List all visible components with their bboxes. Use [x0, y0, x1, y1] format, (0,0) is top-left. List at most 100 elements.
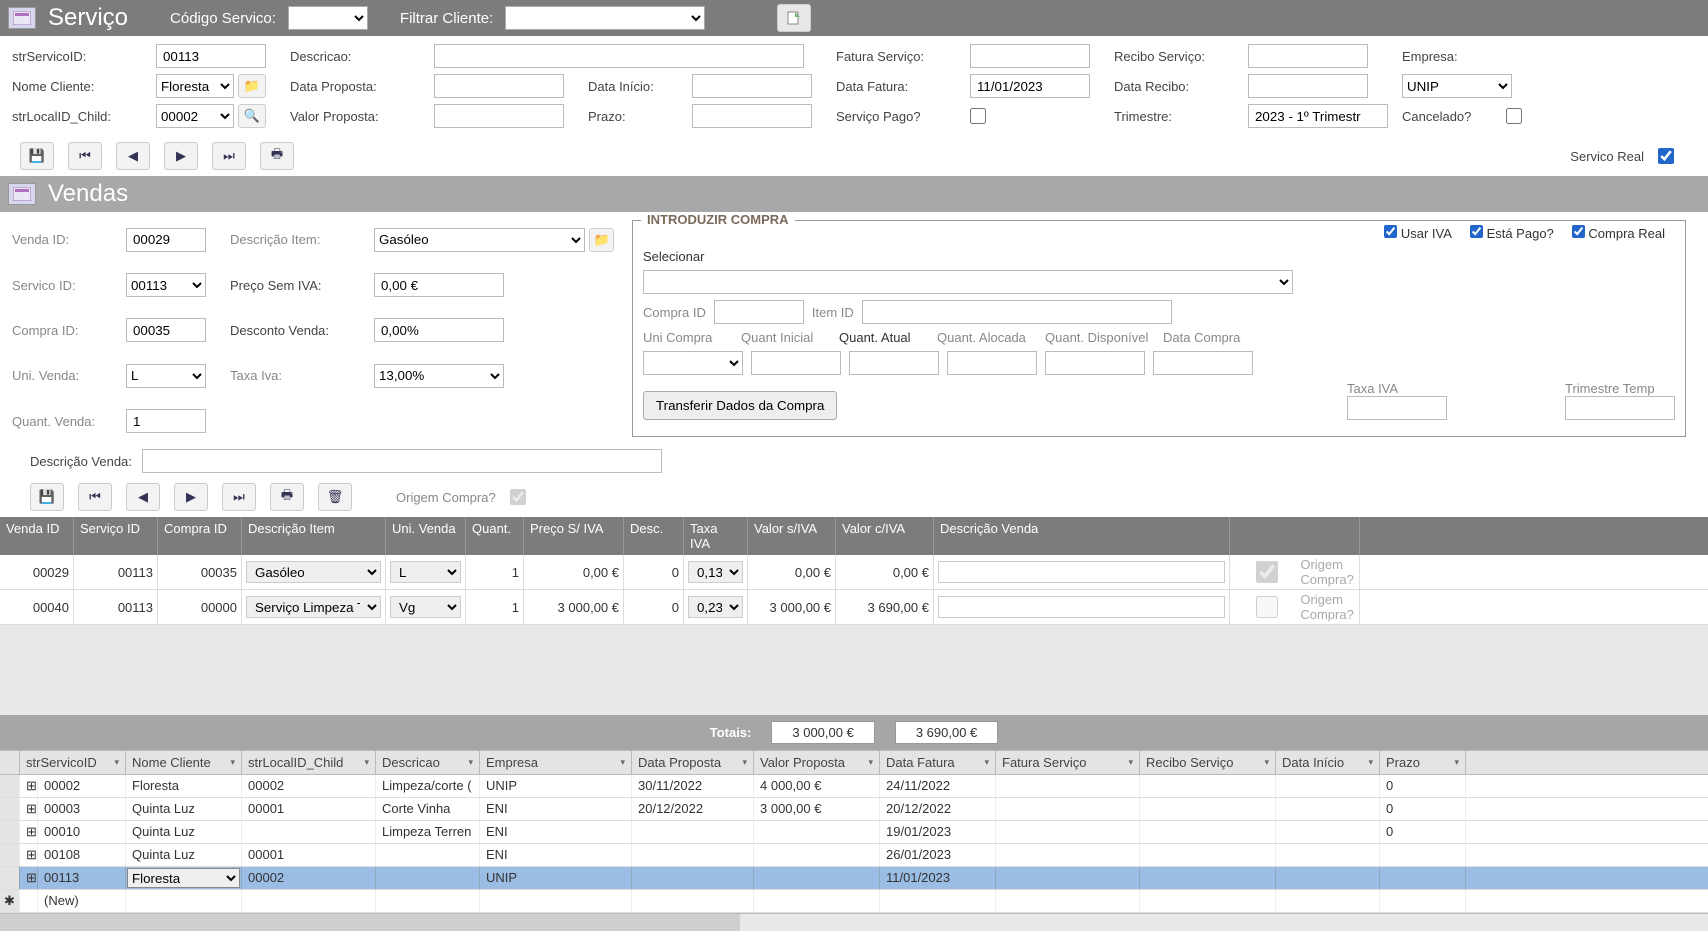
vendas-delete-button[interactable]: 🗑	[318, 483, 352, 511]
taxa-iva-select[interactable]: 13,00%	[374, 364, 504, 388]
datasheet-row[interactable]: ⊞00113Floresta00002UNIP11/01/2023	[0, 867, 1708, 890]
row-uni-select[interactable]: Vg	[390, 596, 461, 618]
uni-venda-select[interactable]: L	[126, 364, 206, 388]
ds-col-9[interactable]: Recibo Serviço▾	[1140, 751, 1276, 774]
codigo-servico-select[interactable]	[288, 6, 368, 30]
prev-record-button[interactable]: ◀	[116, 142, 150, 170]
valor-proposta-input[interactable]	[434, 104, 564, 128]
row-taxa-select[interactable]: 0,13	[688, 561, 743, 583]
col-quant[interactable]: Quant.	[466, 517, 524, 555]
quant-alocada-input[interactable]	[947, 351, 1037, 375]
usar-iva-label[interactable]: Usar IVA	[1384, 225, 1452, 241]
vendas-save-button[interactable]: 💾	[30, 483, 64, 511]
descricao-venda-input[interactable]	[142, 449, 662, 473]
ds-col-10[interactable]: Data Início▾	[1276, 751, 1380, 774]
fatura-servico-input[interactable]	[970, 44, 1090, 68]
venda-id-input[interactable]	[126, 228, 206, 252]
quant-venda-input[interactable]	[126, 409, 206, 433]
col-descricao-item[interactable]: Descrição Item	[242, 517, 386, 555]
servico-real-checkbox[interactable]	[1658, 148, 1674, 164]
col-compra-id[interactable]: Compra ID	[158, 517, 242, 555]
print-button[interactable]: 🖶	[260, 142, 294, 170]
preco-sem-iva-input[interactable]	[374, 273, 504, 297]
vendas-next-button[interactable]: ▶	[174, 483, 208, 511]
local-search-button[interactable]: 🔍	[238, 104, 266, 128]
esta-pago-label[interactable]: Está Pago?	[1470, 225, 1554, 241]
row-dvenda-input[interactable]	[938, 596, 1225, 618]
descricao-input[interactable]	[434, 44, 804, 68]
compra-real-label[interactable]: Compra Real	[1572, 225, 1665, 241]
data-inicio-input[interactable]	[692, 74, 812, 98]
servico-id-select[interactable]: 00113	[126, 273, 206, 297]
datasheet-row[interactable]: ⊞00108Quinta Luz00001ENI26/01/2023	[0, 844, 1708, 867]
vendas-last-button[interactable]: ⏭	[222, 483, 256, 511]
ds-col-7[interactable]: Data Fatura▾	[880, 751, 996, 774]
ds-col-11[interactable]: Prazo▾	[1380, 751, 1466, 774]
cliente-folder-button[interactable]: 📁	[238, 74, 266, 98]
row-desc-select[interactable]: Serviço Limpeza Te	[246, 596, 381, 618]
col-valor-civa[interactable]: Valor c/IVA	[836, 517, 934, 555]
nome-cliente-select[interactable]: Floresta	[156, 74, 234, 98]
col-descricao-venda[interactable]: Descrição Venda	[934, 517, 1230, 555]
scroll-thumb[interactable]	[0, 914, 740, 931]
data-proposta-input[interactable]	[434, 74, 564, 98]
usar-iva-checkbox[interactable]	[1384, 225, 1397, 238]
servico-pago-checkbox[interactable]	[970, 108, 986, 124]
save-button[interactable]: 💾	[20, 142, 54, 170]
cancelado-checkbox[interactable]	[1506, 108, 1522, 124]
selecionar-select[interactable]	[643, 270, 1293, 294]
taxa-iva-input2[interactable]	[1347, 396, 1447, 420]
horizontal-scrollbar[interactable]: ◂	[0, 913, 1708, 931]
ds-col-0[interactable]: strServicoID▾	[20, 751, 126, 774]
ds-col-8[interactable]: Fatura Serviço▾	[996, 751, 1140, 774]
descricao-item-select[interactable]: Gasóleo	[374, 228, 585, 252]
recibo-servico-input[interactable]	[1248, 44, 1368, 68]
data-fatura-input[interactable]	[970, 74, 1090, 98]
data-recibo-input[interactable]	[1248, 74, 1368, 98]
ds-col-5[interactable]: Data Proposta▾	[632, 751, 754, 774]
filtrar-cliente-select[interactable]	[505, 6, 705, 30]
desconto-input[interactable]	[374, 318, 504, 342]
vendas-print-button[interactable]: 🖶	[270, 483, 304, 511]
quant-atual-input[interactable]	[849, 351, 939, 375]
compra-id-input2[interactable]	[714, 300, 804, 324]
report-button[interactable]	[777, 4, 811, 32]
item-id-input[interactable]	[862, 300, 1172, 324]
vendas-first-button[interactable]: ⏮	[78, 483, 112, 511]
grid-row[interactable]: 000400011300000Serviço Limpeza TeVg13 00…	[0, 590, 1708, 625]
col-uni-venda[interactable]: Uni. Venda	[386, 517, 466, 555]
vendas-prev-button[interactable]: ◀	[126, 483, 160, 511]
col-servico-id[interactable]: Serviço ID	[74, 517, 158, 555]
row-taxa-select[interactable]: 0,23	[688, 596, 743, 618]
prazo-input[interactable]	[692, 104, 812, 128]
ds-col-1[interactable]: Nome Cliente▾	[126, 751, 242, 774]
next-record-button[interactable]: ▶	[164, 142, 198, 170]
first-record-button[interactable]: ⏮	[68, 142, 102, 170]
grid-row[interactable]: 000290011300035GasóleoL10,00 €00,130,00 …	[0, 555, 1708, 590]
datasheet-new-row[interactable]: ✱ (New)	[0, 890, 1708, 913]
compra-real-checkbox[interactable]	[1572, 225, 1585, 238]
row-uni-select[interactable]: L	[390, 561, 461, 583]
ds-col-6[interactable]: Valor Proposta▾	[754, 751, 880, 774]
data-compra-input[interactable]	[1153, 351, 1253, 375]
ds-col-2[interactable]: strLocalID_Child▾	[242, 751, 376, 774]
datasheet-row[interactable]: ⊞00003Quinta Luz00001Corte VinhaENI20/12…	[0, 798, 1708, 821]
col-venda-id[interactable]: Venda ID	[0, 517, 74, 555]
col-preco[interactable]: Preço S/ IVA	[524, 517, 624, 555]
datasheet-row[interactable]: ⊞00002Floresta00002Limpeza/corte (UNIP30…	[0, 775, 1708, 798]
esta-pago-checkbox[interactable]	[1470, 225, 1483, 238]
row-desc-select[interactable]: Gasóleo	[246, 561, 381, 583]
trimestre-temp-input[interactable]	[1565, 396, 1675, 420]
col-desc[interactable]: Desc.	[624, 517, 684, 555]
quant-disponivel-input[interactable]	[1045, 351, 1145, 375]
last-record-button[interactable]: ⏭	[212, 142, 246, 170]
ds-col-4[interactable]: Empresa▾	[480, 751, 632, 774]
trimestre-input[interactable]	[1248, 104, 1388, 128]
transferir-button[interactable]: Transferir Dados da Compra	[643, 391, 837, 420]
ds-cliente-select[interactable]: Floresta	[127, 868, 240, 888]
col-taxa-iva[interactable]: Taxa IVA	[684, 517, 748, 555]
strservicoid-input[interactable]	[156, 44, 266, 68]
ds-col-3[interactable]: Descricao▾	[376, 751, 480, 774]
strlocalid-select[interactable]: 00002	[156, 104, 234, 128]
quant-inicial-input[interactable]	[751, 351, 841, 375]
